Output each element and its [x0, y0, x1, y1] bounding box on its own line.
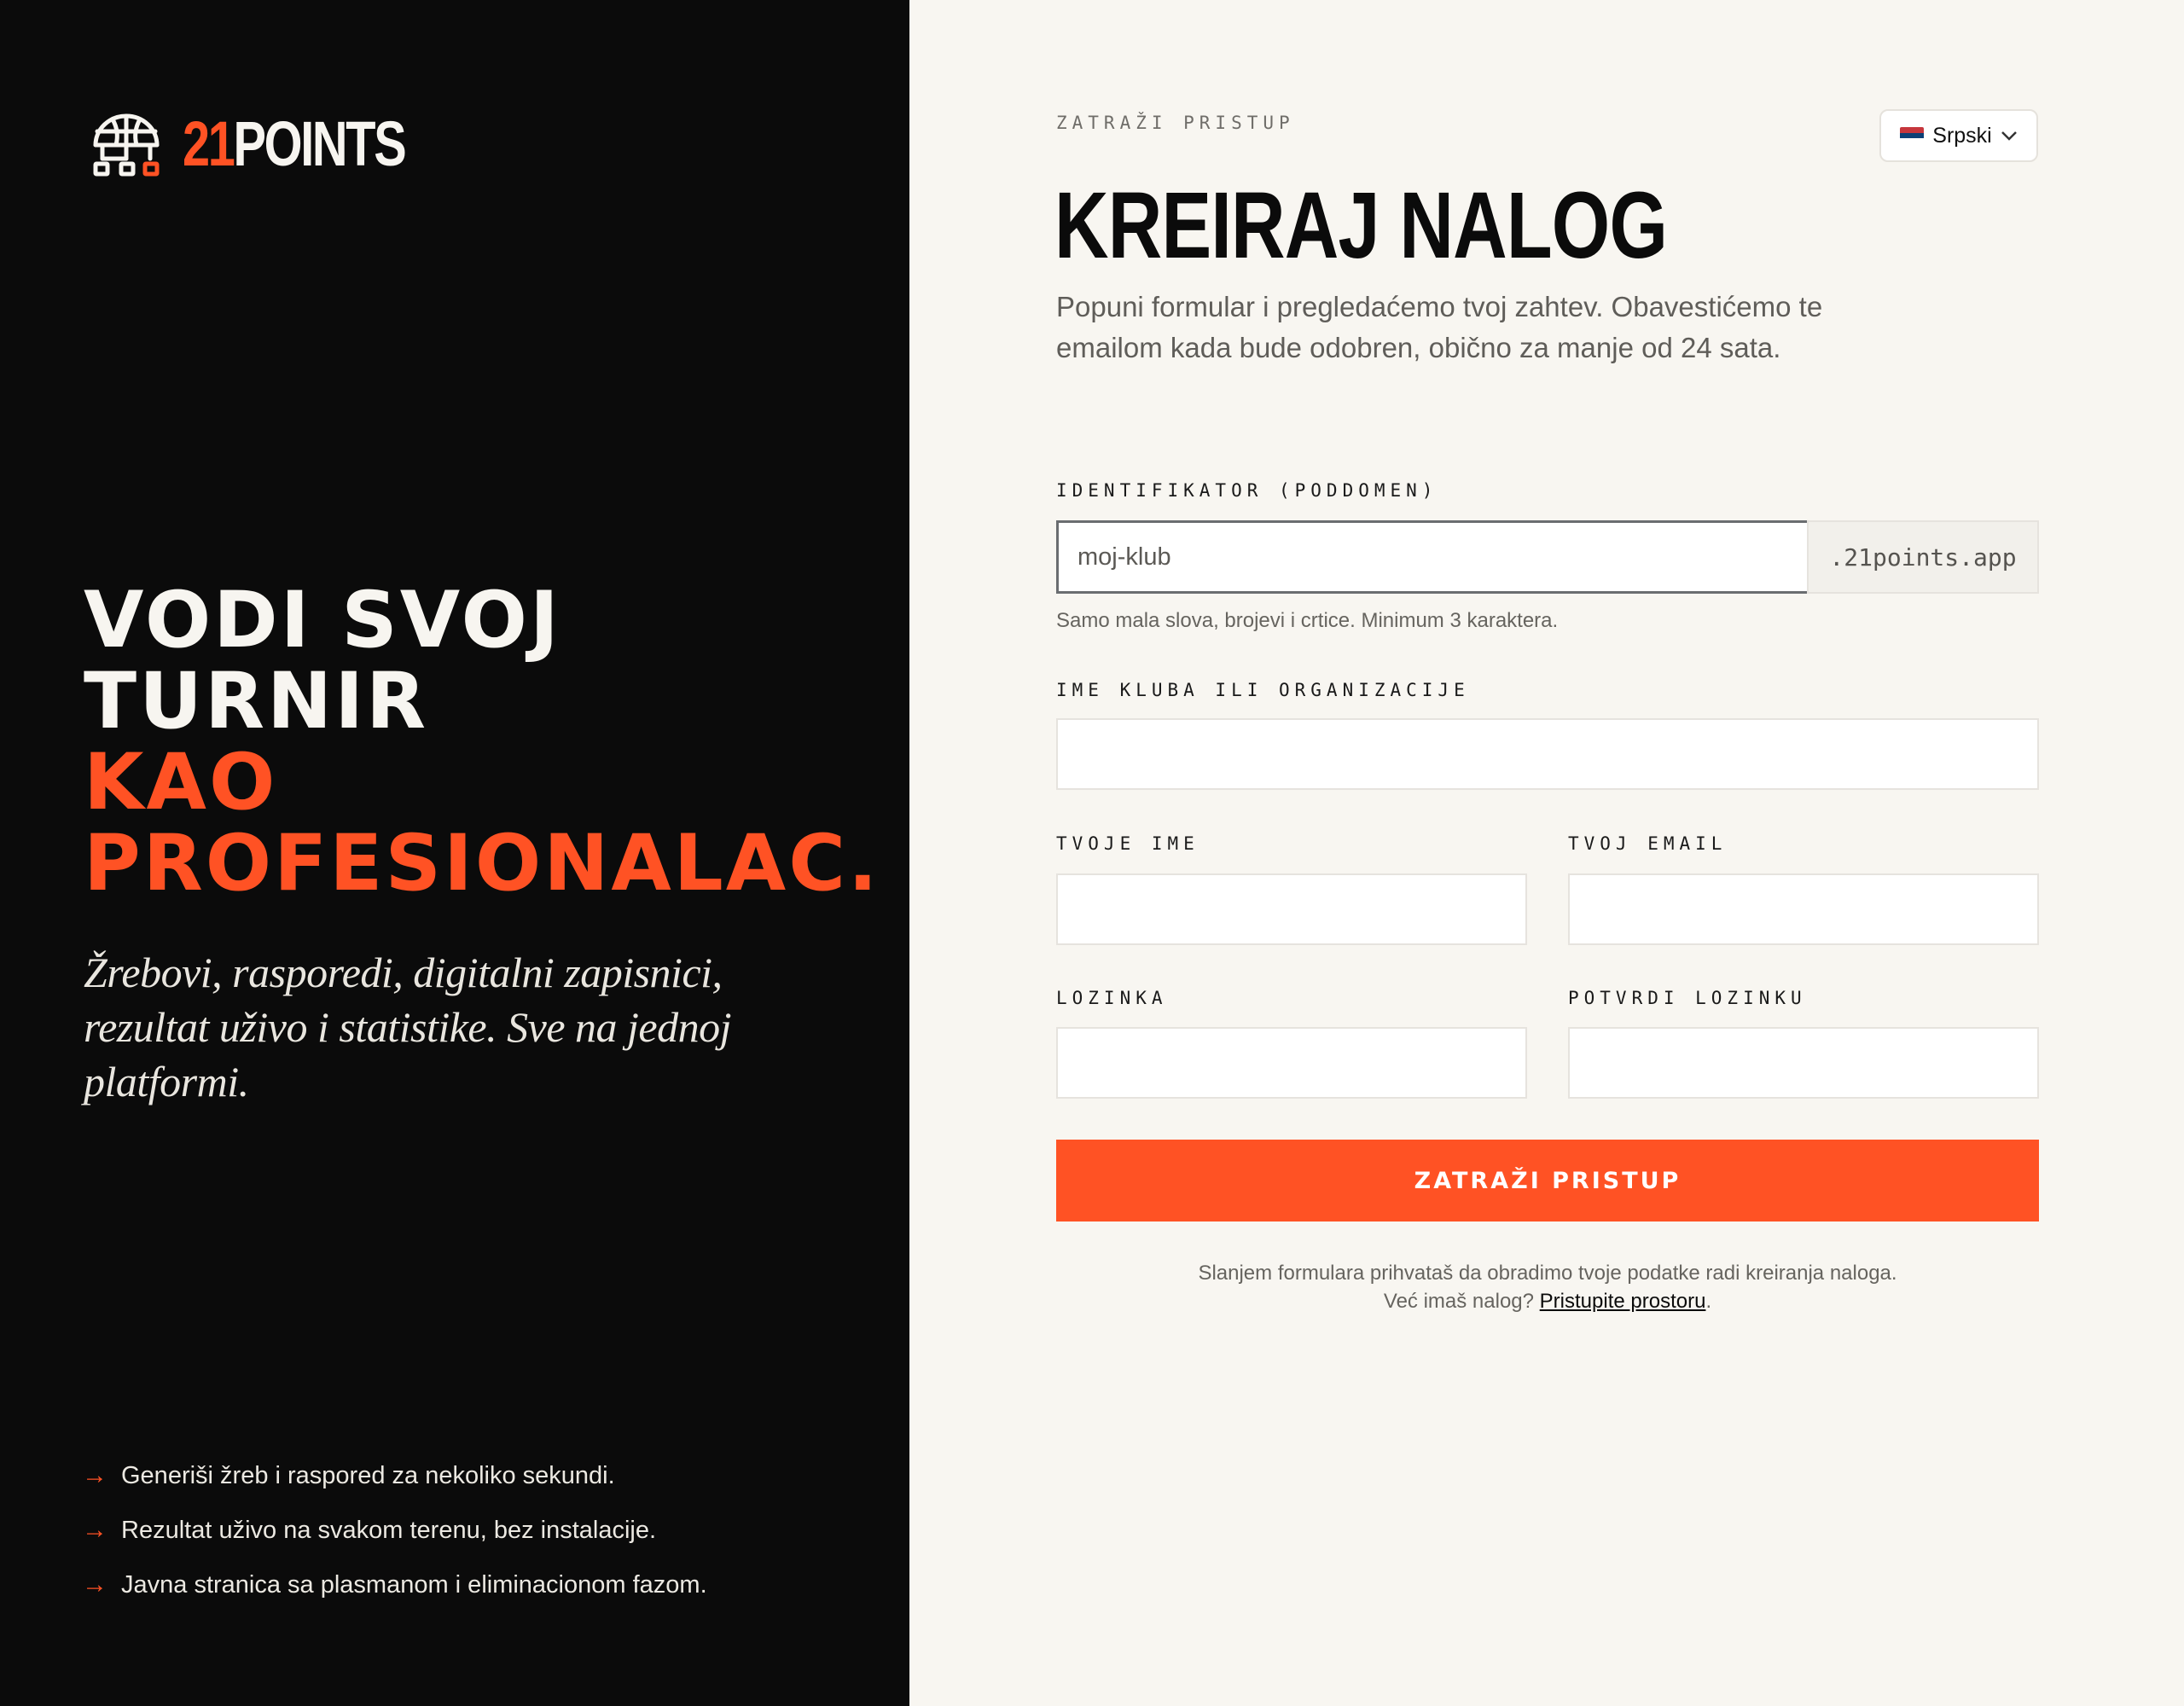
legal-text: Slanjem formulara prihvataš da obradimo … [1198, 1262, 1897, 1285]
legal-notice: Slanjem formulara prihvataš da obradimo … [1056, 1259, 2039, 1315]
subdomain-suffix: .21points.app [1807, 520, 2039, 594]
language-selector[interactable]: Srpski [1879, 109, 2038, 162]
arrow-right-icon: → [82, 1570, 107, 1599]
name-label: TVOJE IME [1056, 833, 1199, 854]
feature-list: → Generiši žreb i raspored za nekoliko se… [82, 1448, 707, 1612]
name-field[interactable] [1056, 873, 1527, 945]
subdomain-input[interactable] [1056, 520, 1836, 594]
login-prompt-line: Već imaš nalog? Pristupite prostoru. [1056, 1287, 2039, 1315]
form-eyebrow: ZATRAŽI PRISTUP [1056, 113, 1295, 133]
subdomain-hint: Samo mala slova, brojevi i crtice. Minim… [1056, 609, 1559, 632]
chevron-down-icon [2001, 131, 2017, 141]
hero-headline: VODI SVOJ TURNIR KAO PROFESIONALAC. [84, 580, 880, 904]
signup-panel: ZATRAŽI PRISTUP Srpski KREIRAJ NALOG Pop… [909, 0, 2184, 1706]
login-suffix: . [1705, 1290, 1712, 1313]
arrow-right-icon: → [82, 1516, 107, 1544]
hero-line-4: PROFESIONALAC. [84, 819, 880, 908]
feature-item: → Generiši žreb i raspored za nekoliko se… [82, 1448, 707, 1503]
feature-text: Javna stranica sa plasmanom i eliminacio… [121, 1570, 707, 1599]
login-link[interactable]: Pristupite prostoru [1540, 1290, 1706, 1313]
feature-text: Generiši žreb i raspored za nekoliko sek… [121, 1461, 615, 1489]
brand[interactable]: 21POINTS [90, 111, 468, 177]
basketball-bracket-icon [90, 111, 162, 177]
language-label: Srpski [1932, 123, 1992, 148]
hero-line-1: VODI SVOJ [84, 576, 561, 665]
subdomain-label: IDENTIFIKATOR (PODDOMEN) [1056, 480, 1438, 501]
confirm-password-field[interactable] [1568, 1027, 2039, 1099]
confirm-password-label: POTVRDI LOZINKU [1568, 988, 1807, 1008]
hero-line-2: TURNIR [84, 657, 429, 746]
feature-text: Rezultat uživo na svakom terenu, bez ins… [121, 1516, 657, 1544]
password-field[interactable] [1056, 1027, 1527, 1099]
promo-panel: 21POINTS VODI SVOJ TURNIR KAO PROFESIONA… [0, 0, 909, 1706]
feature-item: → Rezultat uživo na svakom terenu, bez in… [82, 1503, 707, 1558]
password-label: LOZINKA [1056, 988, 1168, 1008]
wordmark: 21POINTS [183, 113, 407, 176]
feature-item: → Javna stranica sa plasmanom i eliminaci… [82, 1558, 707, 1612]
serbia-flag-icon [1900, 127, 1925, 144]
page-title: KREIRAJ NALOG [1054, 173, 1668, 278]
request-access-button[interactable]: ZATRAŽI PRISTUP [1056, 1140, 2039, 1221]
email-field[interactable] [1568, 873, 2039, 945]
club-name-label: IME KLUBA ILI ORGANIZACIJE [1056, 680, 1470, 700]
wordmark-number: 21 [183, 108, 235, 179]
club-name-field[interactable] [1056, 718, 2039, 790]
wordmark-word: POINTS [233, 108, 407, 179]
email-label: TVOJ EMAIL [1568, 833, 1728, 854]
login-prompt: Već imaš nalog? [1383, 1290, 1534, 1313]
hero-line-3: KAO [84, 738, 278, 827]
arrow-right-icon: → [82, 1461, 107, 1489]
page-subtitle: Popuni formular i pregledaćemo tvoj zaht… [1056, 291, 1823, 363]
hero-lede: Žrebovi, rasporedi, digitalni zapisnici,… [84, 949, 731, 1105]
